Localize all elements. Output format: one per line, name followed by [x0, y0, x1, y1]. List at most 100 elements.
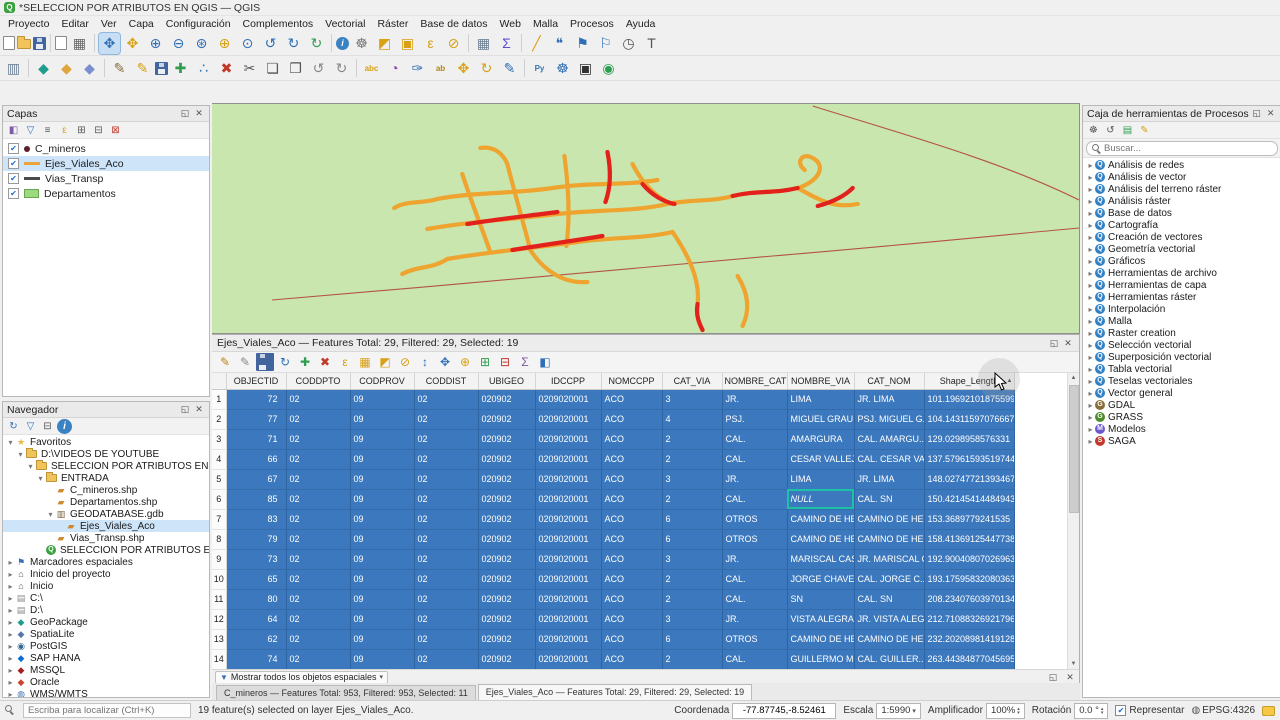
- rotate-label-icon[interactable]: ↻: [476, 58, 497, 79]
- new-virtual-layer-icon[interactable]: ◆: [79, 58, 100, 79]
- expand-arrow[interactable]: ▸: [6, 630, 15, 639]
- expand-arrow[interactable]: ▸: [6, 654, 15, 663]
- table-cell[interactable]: LIMA: [787, 469, 855, 490]
- table-cell[interactable]: 09: [350, 569, 415, 590]
- run-feature-action-icon[interactable]: ☸: [351, 33, 372, 54]
- row-number[interactable]: 4: [212, 449, 227, 470]
- layer-item-ejes_viales_aco[interactable]: ✔ Ejes_Viales_Aco: [3, 156, 209, 171]
- table-cell[interactable]: JR. LIMA: [854, 469, 925, 490]
- table-select-by-expression-icon[interactable]: ε: [336, 353, 354, 371]
- processing-history-icon[interactable]: ↺: [1103, 123, 1118, 138]
- table-cell[interactable]: 020902: [478, 609, 536, 630]
- table-cell[interactable]: 0209020001: [535, 509, 602, 530]
- table-cell[interactable]: AMARGURA: [787, 429, 855, 450]
- table-cell[interactable]: 80: [226, 589, 287, 610]
- statistical-summary-icon[interactable]: Σ: [496, 33, 517, 54]
- browser-properties-icon[interactable]: i: [57, 418, 72, 434]
- filter-browser-icon[interactable]: ▽: [23, 419, 38, 434]
- vertical-scrollbar[interactable]: ▲ ▼: [1067, 373, 1079, 669]
- layer-diagram-icon[interactable]: ◔: [384, 58, 405, 79]
- cut-features-icon[interactable]: ✂: [239, 58, 260, 79]
- table-cell[interactable]: MARISCAL CAS...: [787, 549, 855, 570]
- table-cell[interactable]: CAMINO DE HE...: [787, 529, 855, 550]
- table-cell[interactable]: 020902: [478, 589, 536, 610]
- map-canvas[interactable]: [212, 103, 1080, 334]
- browser-item[interactable]: ▸ ◆ Oracle: [3, 676, 209, 688]
- table-cell[interactable]: 02: [414, 389, 479, 410]
- table-cell[interactable]: ACO: [601, 609, 663, 630]
- table-cell[interactable]: 129.0298958576331: [924, 429, 1015, 450]
- expand-arrow[interactable]: ▸: [1086, 185, 1095, 194]
- expand-arrow[interactable]: ▸: [1086, 341, 1095, 350]
- expand-arrow[interactable]: ▸: [6, 594, 15, 603]
- move-label-icon[interactable]: ✥: [453, 58, 474, 79]
- table-cell[interactable]: 73: [226, 549, 287, 570]
- close-icon[interactable]: ✕: [1064, 671, 1076, 683]
- expand-arrow[interactable]: ▸: [6, 558, 15, 567]
- table-cell[interactable]: 02: [286, 489, 351, 510]
- expand-arrow[interactable]: ▸: [6, 690, 15, 698]
- browser-item[interactable]: ▸ ◆ GeoPackage: [3, 616, 209, 628]
- open-project-icon[interactable]: [17, 36, 31, 49]
- expand-arrow[interactable]: ▸: [1086, 425, 1095, 434]
- table-cell[interactable]: 020902: [478, 549, 536, 570]
- manage-map-themes-icon[interactable]: ≡: [40, 123, 55, 138]
- toolbox-group[interactable]: ▸ Q Tabla vectorial: [1083, 363, 1280, 375]
- table-cell[interactable]: 0209020001: [535, 469, 602, 490]
- table-cell[interactable]: 3: [662, 389, 723, 410]
- expand-arrow[interactable]: ▸: [1086, 233, 1095, 242]
- table-cell[interactable]: OTROS: [722, 629, 788, 650]
- undock-icon[interactable]: ◱: [179, 108, 191, 120]
- browser-item[interactable]: ▸ ⚑ Marcadores espaciales: [3, 556, 209, 568]
- zoom-to-selection-icon[interactable]: ⊕: [214, 33, 235, 54]
- edit-features-in-place-icon[interactable]: ✎: [1137, 123, 1152, 138]
- row-number[interactable]: 3: [212, 429, 227, 450]
- table-cell[interactable]: 09: [350, 589, 415, 610]
- table-cell[interactable]: PSJ. MIGUEL G...: [854, 409, 925, 430]
- table-cell[interactable]: JR.: [722, 549, 788, 570]
- table-cell[interactable]: 2: [662, 429, 723, 450]
- delete-selected-icon[interactable]: ✖: [216, 58, 237, 79]
- browser-item[interactable]: ▰ Vias_Transp.shp: [3, 532, 209, 544]
- table-cell[interactable]: 02: [414, 469, 479, 490]
- column-header-nombre_cat[interactable]: NOMBRE_CAT: [722, 373, 788, 390]
- table-cell[interactable]: ACO: [601, 429, 663, 450]
- row-number[interactable]: 12: [212, 609, 227, 630]
- browser-item[interactable]: ▾ ▥ GEODATABASE.gdb: [3, 508, 209, 520]
- table-cell[interactable]: 020902: [478, 509, 536, 530]
- table-cell[interactable]: 09: [350, 609, 415, 630]
- menu-item-configuraci-n[interactable]: Configuración: [160, 18, 237, 30]
- table-cell[interactable]: 0209020001: [535, 449, 602, 470]
- menu-item-r-ster[interactable]: Ráster: [371, 18, 414, 30]
- toolbox-group[interactable]: ▸ Q Herramientas de capa: [1083, 279, 1280, 291]
- table-cell[interactable]: 02: [286, 469, 351, 490]
- expand-arrow[interactable]: ▸: [6, 678, 15, 687]
- expand-arrow[interactable]: ▸: [1086, 377, 1095, 386]
- toolbox-group[interactable]: ▸ Q Cartografía: [1083, 219, 1280, 231]
- table-cell[interactable]: 02: [414, 649, 479, 669]
- row-number[interactable]: 1: [212, 389, 227, 410]
- table-cell[interactable]: JR. VISTA ALEG...: [854, 609, 925, 630]
- table-cell[interactable]: 192.90040807026963: [924, 549, 1015, 570]
- row-number[interactable]: 10: [212, 569, 227, 590]
- render-checkbox[interactable]: ✔: [1115, 705, 1127, 716]
- table-cell[interactable]: OTROS: [722, 509, 788, 530]
- new-shapefile-layer-icon[interactable]: ◆: [56, 58, 77, 79]
- measure-line-icon[interactable]: ╱: [526, 33, 547, 54]
- table-cell[interactable]: 0209020001: [535, 429, 602, 450]
- toolbox-group[interactable]: ▸ Q Raster creation: [1083, 327, 1280, 339]
- table-cell[interactable]: 74: [226, 649, 287, 669]
- new-bookmark-icon[interactable]: ⚑: [572, 33, 593, 54]
- table-cell[interactable]: CAL. SN: [854, 489, 925, 510]
- layout-manager-icon[interactable]: ▦: [69, 33, 90, 54]
- toolbox-group[interactable]: ▸ Q Herramientas ráster: [1083, 291, 1280, 303]
- magnifier-spinbox[interactable]: 100% ▴ ▾: [985, 702, 1025, 719]
- expand-arrow[interactable]: ▸: [1086, 329, 1095, 338]
- toolbox-group[interactable]: ▸ Q Malla: [1083, 315, 1280, 327]
- attribute-table-tab[interactable]: C_mineros — Features Total: 953, Filtere…: [216, 685, 476, 700]
- table-add-feature-icon[interactable]: ✚: [296, 353, 314, 371]
- zoom-out-icon[interactable]: ⊖: [168, 33, 189, 54]
- zoom-full-icon[interactable]: ⊛: [191, 33, 212, 54]
- table-cell[interactable]: CAL.: [722, 429, 788, 450]
- table-cell[interactable]: GUILLERMO M...: [787, 649, 855, 669]
